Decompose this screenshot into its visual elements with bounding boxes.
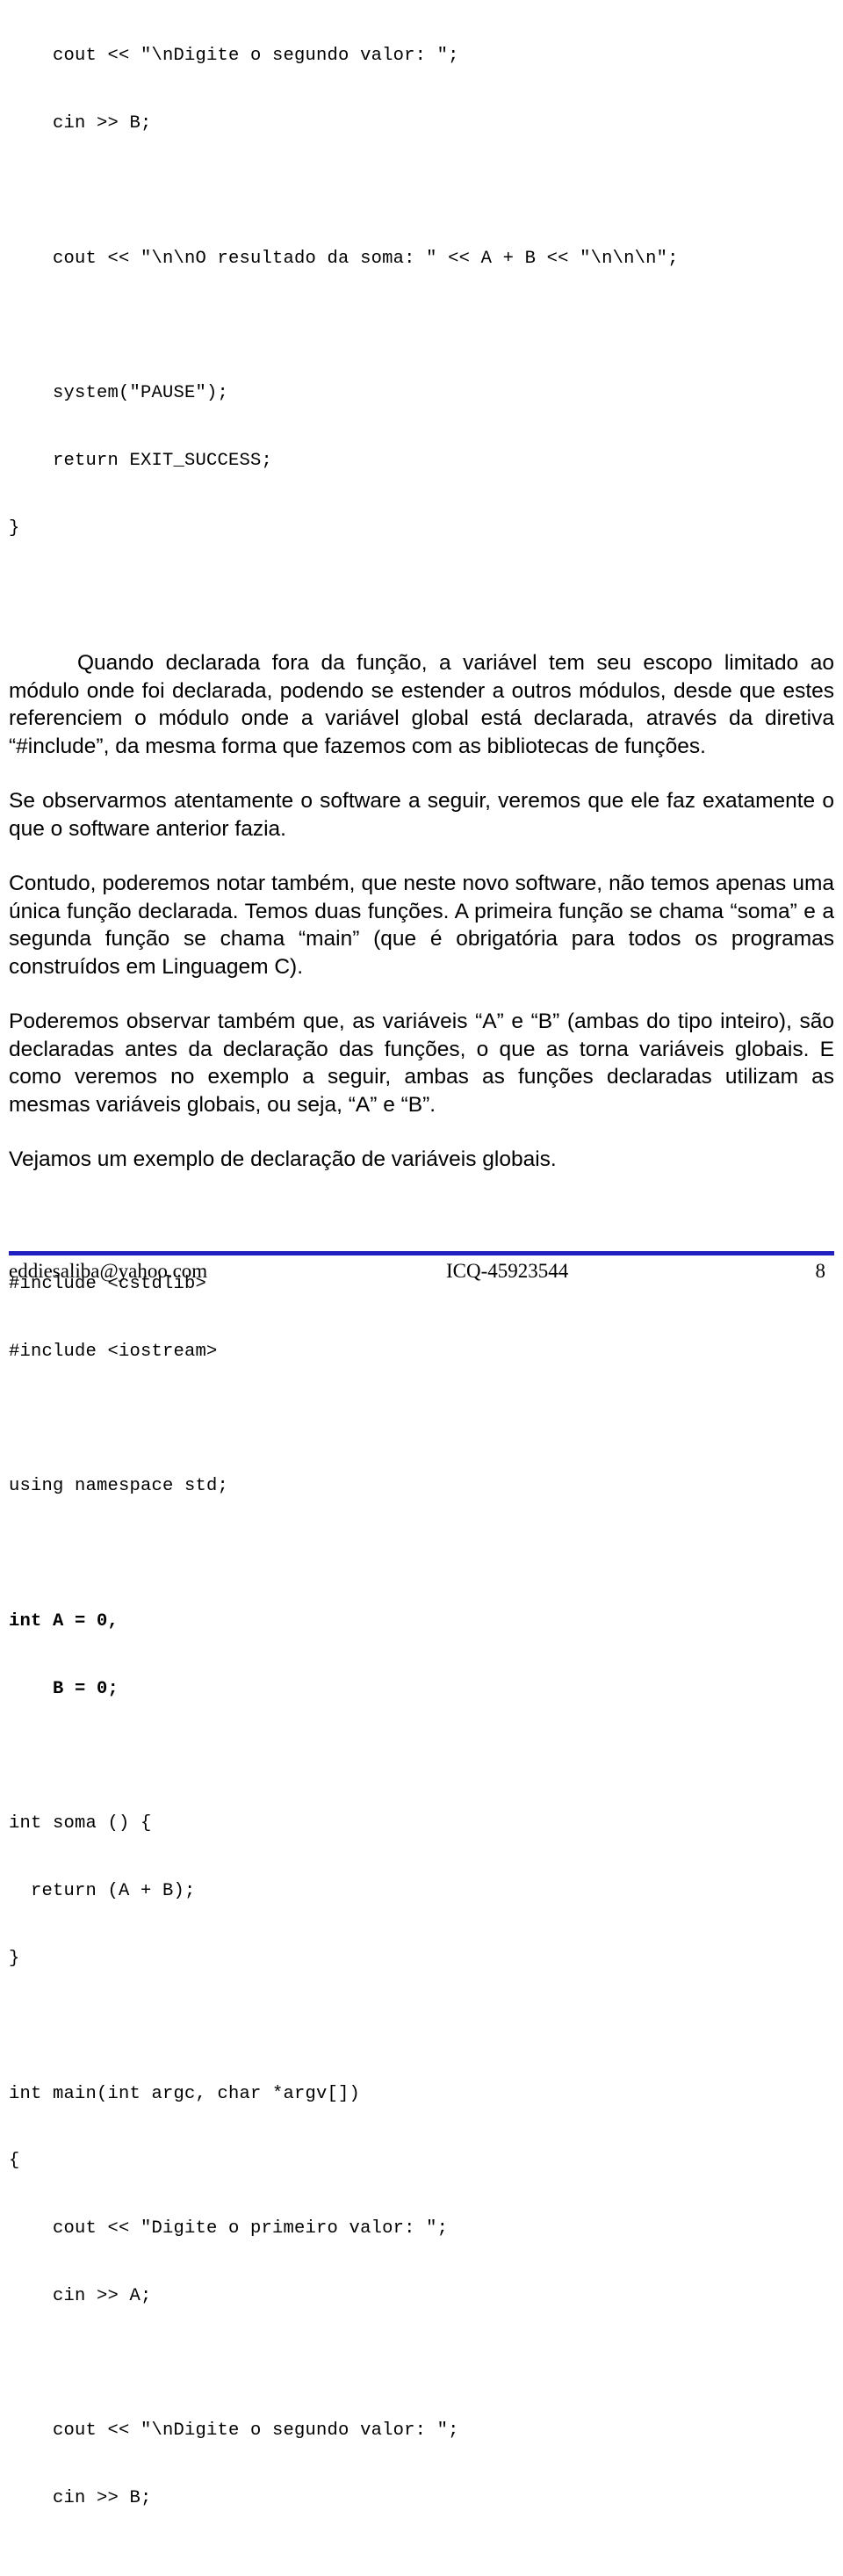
code-listing-bottom: #include <cstdlib> #include <iostream> u… bbox=[9, 1228, 834, 2576]
page-footer: eddiesaliba@yahoo.com ICQ-45923544 8 bbox=[9, 1251, 834, 1288]
page-content: cout << "\nDigite o segundo valor: "; ci… bbox=[9, 0, 834, 2576]
paragraph-example-intro: Vejamos um exemplo de declaração de vari… bbox=[9, 1147, 557, 1172]
code-listing-top: cout << "\nDigite o segundo valor: "; ci… bbox=[9, 0, 834, 584]
code-line: #include <iostream> bbox=[9, 1341, 218, 1362]
footer-row: eddiesaliba@yahoo.com ICQ-45923544 8 bbox=[9, 1258, 834, 1288]
code-line: system("PAUSE"); bbox=[9, 383, 229, 404]
document-page: cout << "\nDigite o segundo valor: "; ci… bbox=[0, 0, 843, 2508]
code-line: return EXIT_SUCCESS; bbox=[9, 450, 273, 471]
footer-page-number: 8 bbox=[815, 1260, 826, 1282]
code-line: return (A + B); bbox=[9, 1881, 196, 1902]
code-line: int soma () { bbox=[9, 1813, 152, 1834]
code-line: { bbox=[9, 2151, 20, 2172]
paragraph-observation: Se observarmos atentamente o software a … bbox=[9, 789, 834, 841]
code-line: cin >> B; bbox=[9, 2488, 152, 2509]
code-line: } bbox=[9, 1948, 20, 1969]
code-line: cout << "\nDigite o segundo valor: "; bbox=[9, 46, 459, 67]
code-line: cout << "\nDigite o segundo valor: "; bbox=[9, 2420, 459, 2442]
code-line-global-a: int A = 0, bbox=[9, 1611, 119, 1632]
code-line: using namespace std; bbox=[9, 1476, 229, 1497]
code-line: cout << "Digite o primeiro valor: "; bbox=[9, 2218, 449, 2240]
paragraph-two-functions: Contudo, poderemos notar também, que nes… bbox=[9, 872, 834, 979]
code-line: } bbox=[9, 517, 20, 539]
code-line-global-b: B = 0; bbox=[9, 1678, 119, 1699]
footer-icq: ICQ-45923544 bbox=[446, 1260, 569, 1282]
footer-email: eddiesaliba@yahoo.com bbox=[9, 1260, 208, 1282]
footer-divider-rule bbox=[9, 1251, 834, 1255]
code-line: cout << "\n\nO resultado da soma: " << A… bbox=[9, 248, 679, 269]
paragraph-scope-explanation: Quando declarada fora da função, a variá… bbox=[9, 651, 834, 758]
paragraph-global-variables: Poderemos observar também que, as variáv… bbox=[9, 1009, 834, 1117]
code-line: cin >> B; bbox=[9, 112, 152, 134]
code-line: cin >> A; bbox=[9, 2285, 152, 2306]
code-line: int main(int argc, char *argv[]) bbox=[9, 2083, 361, 2104]
